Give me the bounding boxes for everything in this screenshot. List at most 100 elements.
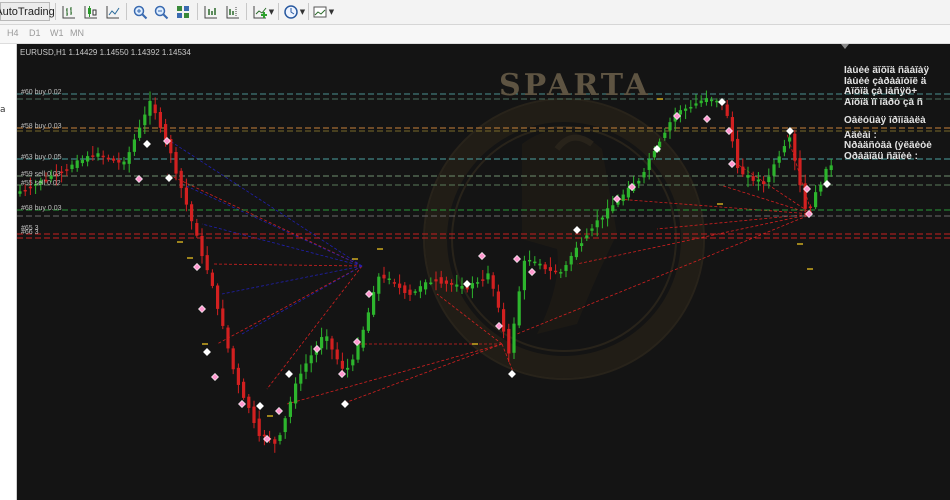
candle-body	[678, 110, 682, 115]
candle-body	[647, 159, 651, 170]
candle-body	[278, 435, 282, 441]
candle-body	[288, 401, 292, 417]
candlestick-series	[18, 90, 833, 453]
candle-body	[652, 151, 656, 158]
trade-marker	[478, 252, 486, 260]
autoscroll-icon[interactable]	[202, 2, 220, 21]
trade-marker	[313, 345, 321, 353]
sell-trade-line	[616, 198, 813, 215]
sell-trade-line	[166, 173, 363, 267]
chart-shift-icon[interactable]	[224, 2, 242, 21]
candle-body	[668, 122, 672, 131]
info-line-alert: Òðåâîãü ñâîèè :	[844, 151, 918, 162]
navigator-panel: a	[0, 44, 17, 500]
zoom-out-icon[interactable]	[152, 2, 170, 21]
candle-body	[793, 133, 797, 161]
indicators-icon[interactable]: ▼	[251, 2, 275, 21]
candle-body	[580, 243, 584, 247]
candle-body	[413, 291, 417, 293]
candle-body	[517, 291, 521, 326]
order-level-label: #63 buy 0.05	[21, 154, 62, 161]
zoom-in-icon[interactable]	[131, 2, 149, 21]
candle-body	[392, 282, 396, 284]
candle-body	[153, 104, 157, 114]
info-line-equity: Ñðåäñòâà (ýêâèòè	[844, 141, 932, 151]
candle-body	[741, 166, 745, 175]
buy-trade-line	[181, 183, 363, 267]
candle-body	[372, 292, 376, 315]
buy-trade-line	[166, 138, 363, 267]
candle-body	[112, 158, 116, 161]
candle-body	[91, 155, 95, 157]
candle-body	[200, 235, 204, 257]
candle-body	[325, 336, 329, 341]
watermark-title: SPARTA	[499, 68, 651, 103]
candle-body	[538, 263, 542, 266]
candle-body	[252, 406, 256, 423]
trade-connection-lines	[166, 133, 813, 405]
candle-body	[626, 187, 630, 198]
candle-body	[684, 108, 688, 111]
candle-body	[190, 204, 194, 222]
chart-shift-marker-icon[interactable]	[841, 44, 849, 49]
chevron-down-icon: ▼	[268, 7, 275, 16]
candle-body	[101, 155, 105, 158]
trade-marker	[463, 280, 471, 288]
candle-body	[814, 192, 818, 208]
autotrading-button[interactable]: AutoTrading	[0, 2, 55, 21]
candle-body	[70, 164, 74, 170]
candle-body	[65, 169, 69, 171]
candle-body	[340, 360, 344, 369]
trade-marker	[513, 255, 521, 263]
candle-body	[574, 247, 578, 258]
periods-icon[interactable]: ▼	[282, 2, 306, 21]
candle-body	[96, 153, 100, 157]
candle-body	[138, 127, 142, 138]
candle-body	[699, 100, 703, 104]
candle-body	[528, 259, 532, 262]
symbol-info: EURUSD,H1 1.14429 1.14550 1.14392 1.1453…	[20, 48, 191, 57]
candle-body	[294, 383, 298, 404]
price-chart[interactable]: EURUSD,H1 1.14429 1.14550 1.14392 1.1453…	[17, 44, 950, 500]
candle-body	[158, 111, 162, 128]
candle-body	[772, 164, 776, 176]
candle-body	[117, 159, 121, 163]
candle-body	[184, 187, 188, 205]
info-line-total-profit: Îáùèé äîõîä ñâáîàÿ	[844, 66, 930, 76]
trade-marker	[341, 400, 349, 408]
candle-body	[829, 165, 833, 171]
order-level-label: #66 3	[21, 229, 39, 236]
candle-body	[715, 100, 719, 103]
trade-marker	[338, 370, 346, 378]
chevron-down-icon: ▼	[328, 7, 335, 16]
candle-body	[122, 161, 126, 165]
line-chart-icon[interactable]	[104, 2, 122, 21]
tile-windows-icon[interactable]	[174, 2, 192, 21]
candle-body	[637, 180, 641, 184]
timeframe-h4-button[interactable]: H4	[7, 28, 19, 38]
candle-body	[309, 355, 313, 364]
candle-body	[782, 146, 786, 153]
sell-trade-line	[286, 343, 503, 405]
order-level-label: #59 sell 0.03	[21, 171, 61, 178]
candle-body	[179, 170, 183, 189]
candle-body	[424, 282, 428, 290]
templates-icon[interactable]: ▼	[311, 2, 335, 21]
candle-body	[751, 176, 755, 181]
sell-trade-line	[216, 265, 363, 345]
candle-body	[174, 152, 178, 174]
candle-body	[725, 104, 729, 116]
toolbar-separator	[278, 3, 279, 20]
candle-body	[595, 220, 599, 228]
candle-body	[554, 270, 558, 273]
timeframe-w1-button[interactable]: W1	[50, 28, 64, 38]
bar-chart-icon[interactable]	[60, 2, 78, 21]
timeframe-d1-button[interactable]: D1	[29, 28, 41, 38]
candle-body	[476, 282, 480, 284]
candle-body	[798, 158, 802, 186]
candle-body	[590, 228, 594, 231]
candle-body	[704, 98, 708, 103]
candlestick-icon[interactable]	[82, 2, 100, 21]
timeframe-mn-button[interactable]: MN	[70, 28, 84, 38]
candle-body	[429, 282, 433, 285]
